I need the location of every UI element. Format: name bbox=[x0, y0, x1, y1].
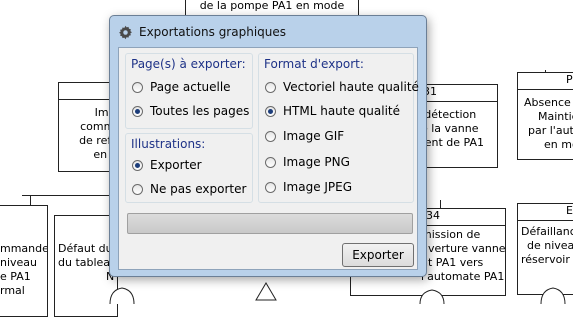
dialog-titlebar[interactable]: Exportations graphiques bbox=[110, 16, 426, 48]
radio-jpeg[interactable]: Image JPEG bbox=[265, 180, 352, 194]
export-graphics-dialog: Exportations graphiques Page(s) à export… bbox=[109, 15, 427, 277]
export-button[interactable]: Exporter bbox=[342, 243, 414, 267]
radio-button[interactable] bbox=[265, 156, 276, 168]
radio-ne-pas-exporter[interactable]: Ne pas exporter bbox=[132, 182, 246, 196]
radio-png[interactable]: Image PNG bbox=[265, 155, 350, 169]
radio-button[interactable] bbox=[265, 81, 276, 93]
gear-icon bbox=[118, 25, 133, 40]
radio-gif[interactable]: Image GIF bbox=[265, 129, 344, 143]
or-gate-shape bbox=[419, 289, 445, 304]
radio-button[interactable] bbox=[132, 183, 143, 195]
radio-label: Ne pas exporter bbox=[150, 182, 247, 196]
radio-button[interactable] bbox=[265, 130, 276, 142]
format-group: Format d'export: Vectoriel haute qualité… bbox=[258, 53, 419, 203]
radio-label: Image JPEG bbox=[283, 180, 353, 194]
export-progress-bar bbox=[127, 213, 413, 234]
or-gate-shape bbox=[109, 287, 135, 304]
radio-button[interactable] bbox=[265, 105, 276, 117]
radio-label: Exporter bbox=[150, 158, 202, 172]
dialog-client-area: Page(s) à exporter: Page actuelle Toutes… bbox=[118, 47, 419, 270]
triangle-gate-shape bbox=[255, 282, 277, 301]
radio-exporter[interactable]: Exporter bbox=[132, 158, 202, 172]
format-group-title: Format d'export: bbox=[264, 57, 364, 71]
radio-label: Toutes les pages bbox=[150, 104, 250, 118]
radio-html[interactable]: HTML haute qualité bbox=[265, 104, 400, 118]
radio-button[interactable] bbox=[132, 159, 143, 171]
radio-button[interactable] bbox=[132, 81, 143, 93]
illustrations-group: Illustrations: Exporter Ne pas exporter bbox=[125, 133, 253, 203]
pages-group-title: Page(s) à exporter: bbox=[131, 57, 246, 71]
radio-label: Image PNG bbox=[283, 155, 350, 169]
radio-page-actuelle[interactable]: Page actuelle bbox=[132, 80, 231, 94]
or-gate-shape bbox=[540, 287, 566, 304]
radio-label: HTML haute qualité bbox=[283, 104, 401, 118]
radio-label: Page actuelle bbox=[150, 80, 231, 94]
dialog-title: Exportations graphiques bbox=[139, 25, 287, 39]
radio-button[interactable] bbox=[132, 105, 143, 117]
radio-vectoriel[interactable]: Vectoriel haute qualité bbox=[265, 80, 419, 94]
radio-label: Vectoriel haute qualité bbox=[283, 80, 419, 94]
pages-group: Page(s) à exporter: Page actuelle Toutes… bbox=[125, 53, 253, 129]
radio-button[interactable] bbox=[265, 181, 276, 193]
radio-toutes-les-pages[interactable]: Toutes les pages bbox=[132, 104, 249, 118]
illustrations-group-title: Illustrations: bbox=[131, 137, 206, 151]
radio-label: Image GIF bbox=[283, 129, 345, 143]
